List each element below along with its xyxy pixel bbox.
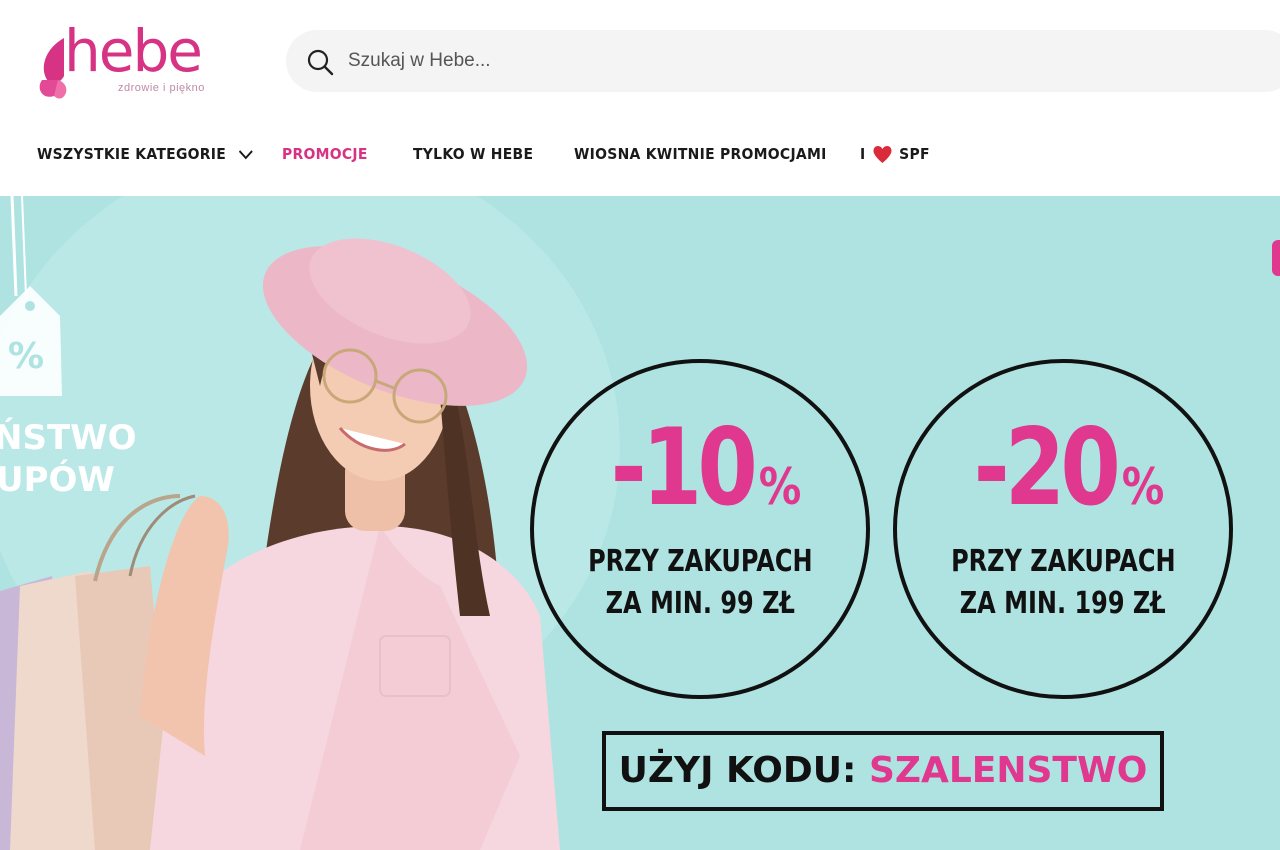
discount-20: -20% — [897, 413, 1229, 554]
search-bar[interactable] — [286, 30, 1280, 92]
discount-symbol: % — [758, 458, 802, 516]
nav-spf-prefix: I — [860, 145, 866, 163]
offer-condition-line-1: PRZY ZAKUPACH — [587, 544, 813, 579]
promo-banner[interactable]: % ŃSTWO UPÓW -10% PRZY ZAKUPACH ZA MIN. … — [0, 196, 1280, 850]
side-text-line-1: ŃSTWO — [0, 418, 137, 458]
offer-circle-10: -10% PRZY ZAKUPACH ZA MIN. 99 ZŁ — [530, 359, 870, 699]
chevron-down-icon — [238, 149, 253, 159]
promo-code-box: UŻYJ KODU: SZALENSTWO — [602, 731, 1164, 811]
heart-icon — [873, 145, 892, 163]
price-tag-icon: % — [0, 196, 62, 396]
promo-code-value: SZALENSTWO — [868, 750, 1148, 791]
nav-all-categories-label: WSZYSTKIE KATEGORIE — [37, 145, 227, 163]
nav-tylko-w-hebe[interactable]: TYLKO W HEBE — [413, 136, 533, 172]
nav-spf-suffix: SPF — [899, 145, 930, 163]
offer-condition-line-2: ZA MIN. 99 ZŁ — [605, 586, 795, 621]
discount-value: -20 — [973, 406, 1121, 529]
nav-i-love-spf[interactable]: I SPF — [860, 136, 930, 172]
discount-symbol: % — [1121, 458, 1165, 516]
promo-code-label: UŻYJ KODU: — [618, 750, 857, 791]
offer-condition-line-1: PRZY ZAKUPACH — [950, 544, 1176, 579]
main-navigation: WSZYSTKIE KATEGORIE PROMOCJE TYLKO W HEB… — [0, 136, 1280, 172]
nav-wiosna-kwitnie-promocjami[interactable]: WIOSNA KWITNIE PROMOCJAMI — [574, 136, 827, 172]
site-header: hebe zdrowie i piękno WSZYSTKIE KATEGORI… — [0, 0, 1280, 196]
offer-circle-20: -20% PRZY ZAKUPACH ZA MIN. 199 ZŁ — [893, 359, 1233, 699]
brand-name: hebe — [64, 17, 203, 85]
carousel-next-tab[interactable] — [1272, 240, 1280, 276]
tag-percent: % — [8, 336, 44, 377]
search-icon[interactable] — [306, 48, 334, 76]
discount-10: -10% — [534, 413, 866, 554]
brand-tagline: zdrowie i piękno — [118, 82, 205, 94]
offer-condition: PRZY ZAKUPACH ZA MIN. 199 ZŁ — [897, 541, 1229, 625]
discount-value: -10 — [610, 406, 758, 529]
offer-condition: PRZY ZAKUPACH ZA MIN. 99 ZŁ — [534, 541, 866, 625]
hebe-logo[interactable]: hebe zdrowie i piękno — [36, 17, 226, 102]
nav-promocje[interactable]: PROMOCJE — [282, 136, 368, 172]
offer-condition-line-2: ZA MIN. 199 ZŁ — [960, 586, 1166, 621]
nav-all-categories[interactable]: WSZYSTKIE KATEGORIE — [37, 136, 253, 172]
side-text-line-2: UPÓW — [0, 460, 115, 500]
search-input[interactable] — [348, 30, 1248, 92]
